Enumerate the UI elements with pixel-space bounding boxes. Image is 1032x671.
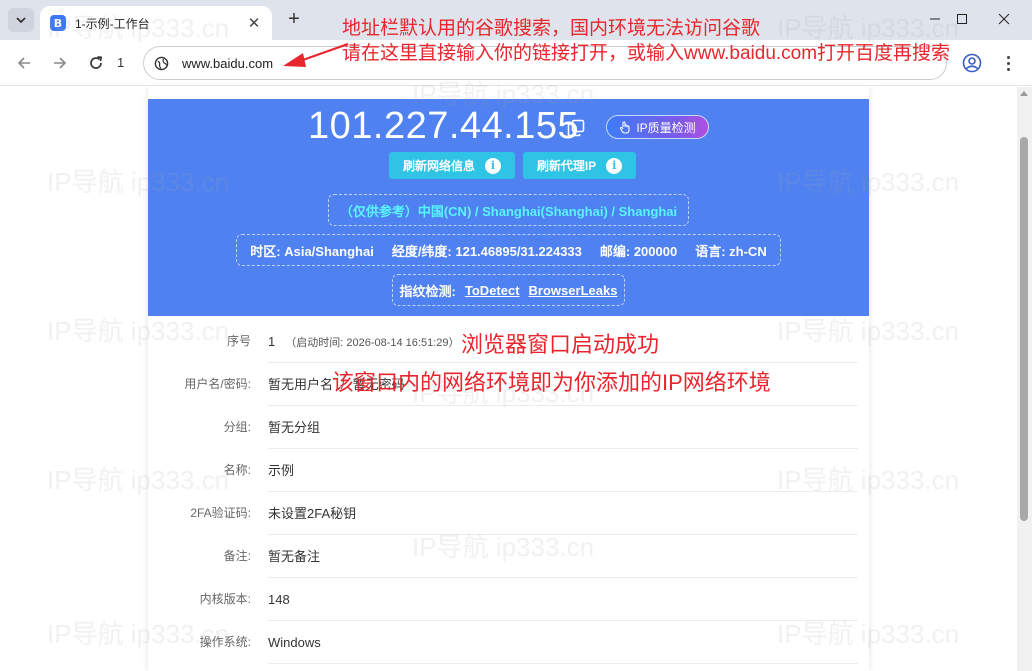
tab-title: 1-示例-工作台 xyxy=(75,16,150,31)
app-logo-icon: B xyxy=(50,15,66,31)
profile-icon xyxy=(962,53,982,73)
copy-icon[interactable] xyxy=(566,118,586,138)
row-label: 2FA验证码: xyxy=(190,506,251,520)
info-row-note: 备注: 暂无备注 xyxy=(224,535,858,578)
username-value: 暂无用户名 xyxy=(268,377,334,392)
arrow-left-icon xyxy=(17,57,30,69)
arrow-right-icon xyxy=(54,57,67,69)
browserleaks-link[interactable]: BrowserLeaks xyxy=(529,283,618,298)
info-row-os: 操作系统: Windows xyxy=(200,621,858,664)
launch-success-annotation: 浏览器窗口启动成功 xyxy=(461,332,660,357)
row-label: 序号 xyxy=(226,334,251,348)
tab-search-button[interactable] xyxy=(8,8,34,32)
row-label: 操作系统: xyxy=(199,635,251,649)
fingerprint-label: 指纹检测: xyxy=(399,283,456,299)
location-text: （仅供参考）中国(CN) / Shanghai(Shanghai) / Shan… xyxy=(339,203,678,219)
reload-icon xyxy=(90,56,103,69)
info-row-kernel: 内核版本: 148 xyxy=(200,578,858,621)
row-value: 148 xyxy=(268,592,290,607)
url-text[interactable]: www.baidu.com xyxy=(182,56,273,71)
close-window-button[interactable] xyxy=(990,6,1018,32)
info-row-name: 名称: 示例 xyxy=(224,449,858,492)
network-env-annotation: 该窗口内的网络环境即为你添加的IP网络环境 xyxy=(332,370,771,395)
address-bar-annotation: 地址栏默认用的谷歌搜索，国内环境无法访问谷歌 请在这里直接输入你的链接打开，或输… xyxy=(342,16,950,66)
active-tab[interactable]: B 1-示例-工作台 ✕ xyxy=(40,6,272,40)
back-button[interactable] xyxy=(11,50,37,76)
coords-text: 经度/纬度: 121.46895/31.224333 xyxy=(391,243,582,259)
ip-address: 101.227.44.155 xyxy=(308,105,580,147)
todetect-link[interactable]: ToDetect xyxy=(465,283,520,298)
profile-button[interactable] xyxy=(961,52,983,74)
refresh-proxy-button[interactable]: 刷新代理IP i xyxy=(523,152,636,179)
row-label: 备注: xyxy=(223,549,251,563)
info-row-2fa: 2FA验证码: 未设置2FA秘钥 xyxy=(190,492,858,535)
row-label: 分组: xyxy=(223,420,251,434)
close-icon xyxy=(998,13,1010,25)
row-value: Windows xyxy=(268,635,321,650)
maximize-button[interactable] xyxy=(948,6,976,32)
language-text: 语言: zh-CN xyxy=(695,243,767,259)
row-label: 内核版本: xyxy=(199,592,251,606)
hand-pointer-icon xyxy=(620,120,630,134)
refresh-network-label: 刷新网络信息 xyxy=(402,159,475,173)
close-tab-icon[interactable]: ✕ xyxy=(244,13,264,33)
forward-button[interactable] xyxy=(47,50,73,76)
reload-button[interactable] xyxy=(83,50,109,76)
fingerprint-box: 指纹检测: ToDetect BrowserLeaks xyxy=(392,274,625,306)
row-value: 暂无备注 xyxy=(268,549,321,564)
ip-hero-panel: 101.227.44.155 IP质量检测 刷新网络信息 i 刷新代理IP i … xyxy=(148,99,869,316)
window-number: 1 xyxy=(117,55,125,70)
globe-icon xyxy=(153,55,169,71)
annotation-line-1: 地址栏默认用的谷歌搜索，国内环境无法访问谷歌 xyxy=(342,18,761,39)
info-icon[interactable]: i xyxy=(485,157,501,174)
geo-meta-box: 时区: Asia/Shanghai 经度/纬度: 121.46895/31.22… xyxy=(236,234,781,266)
row-value: 暂无分组 xyxy=(268,420,321,435)
location-box: （仅供参考）中国(CN) / Shanghai(Shanghai) / Shan… xyxy=(328,194,689,226)
row-label: 名称: xyxy=(223,463,251,477)
start-time: （启动时间: 2026-08-14 16:51:29） xyxy=(285,337,460,349)
scrollbar-thumb[interactable] xyxy=(1020,137,1028,521)
row-value: 1 xyxy=(268,334,276,349)
new-tab-button[interactable]: + xyxy=(283,8,305,30)
scroll-up-arrow-icon[interactable] xyxy=(1020,91,1028,96)
page-scrollbar[interactable] xyxy=(1017,87,1032,671)
refresh-network-button[interactable]: 刷新网络信息 i xyxy=(389,152,515,179)
ip-quality-button[interactable]: IP质量检测 xyxy=(606,115,709,139)
info-row-group: 分组: 暂无分组 xyxy=(224,406,858,449)
row-value: 未设置2FA秘钥 xyxy=(268,506,357,521)
row-label: 用户名/密码: xyxy=(184,377,251,391)
ip-quality-label: IP质量检测 xyxy=(636,120,696,135)
maximize-icon xyxy=(957,14,967,24)
refresh-proxy-label: 刷新代理IP xyxy=(536,159,597,173)
chevron-down-icon xyxy=(16,17,26,24)
info-icon[interactable]: i xyxy=(606,157,623,174)
row-value: 示例 xyxy=(268,463,295,478)
more-menu-icon[interactable] xyxy=(1001,52,1015,74)
postal-text: 邮编: 200000 xyxy=(599,243,678,259)
timezone-text: 时区: Asia/Shanghai xyxy=(250,243,374,259)
annotation-line-2: 请在这里直接输入你的链接打开，或输入www.baidu.com打开百度再搜索 xyxy=(342,43,951,64)
